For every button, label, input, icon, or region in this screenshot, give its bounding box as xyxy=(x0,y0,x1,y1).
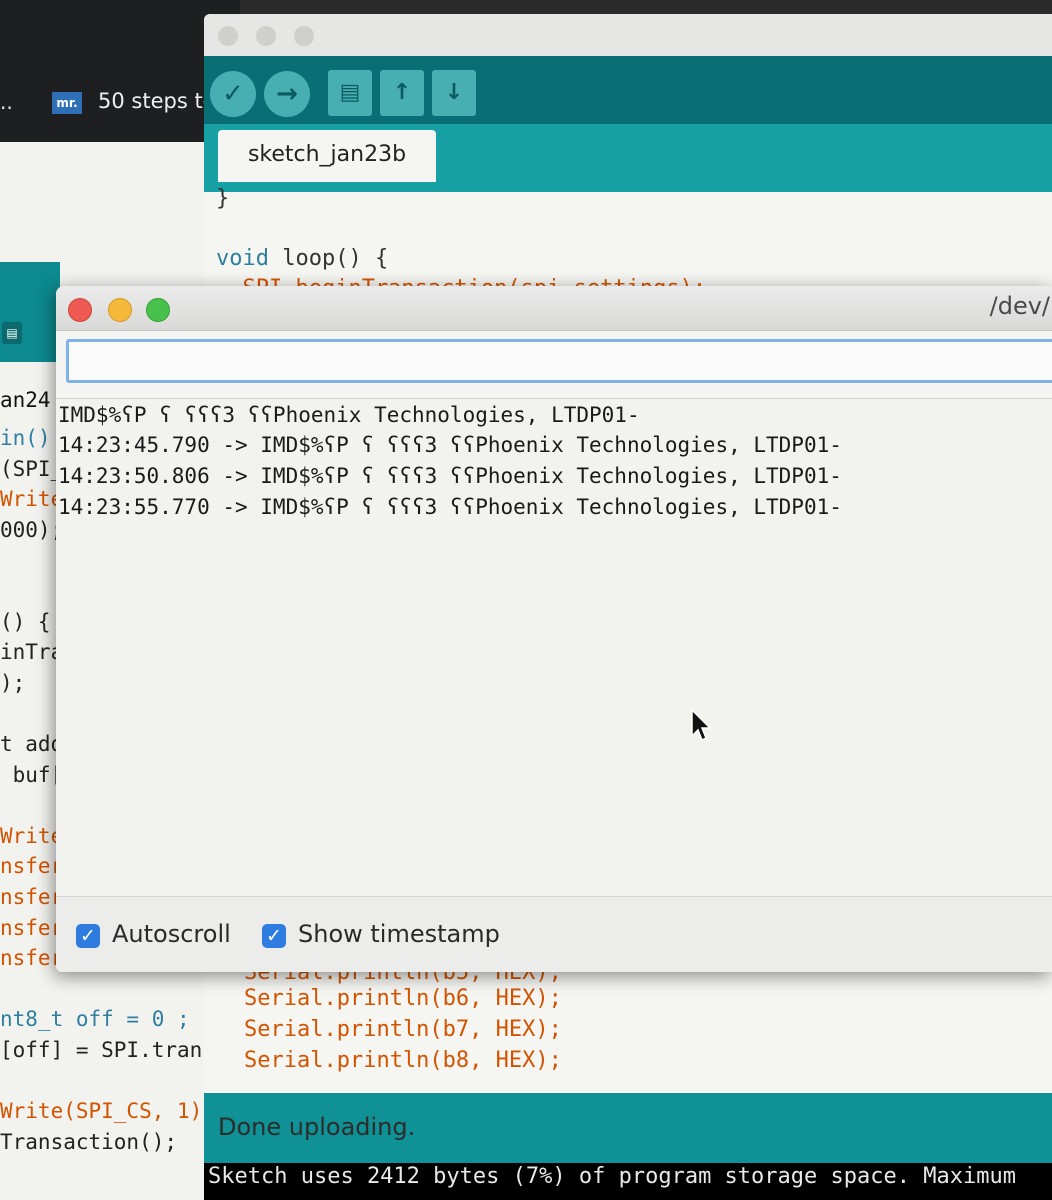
status-message: Done uploading. xyxy=(218,1113,416,1141)
show-timestamp-label[interactable]: Show timestamp xyxy=(298,920,500,948)
console-output: Sketch uses 2412 bytes (7%) of program s… xyxy=(208,1164,1016,1189)
browser-tab-ellipsis[interactable]: .. xyxy=(0,90,13,114)
browser-favicon-icon: mr. xyxy=(52,92,82,114)
serial-port-title: /dev/ xyxy=(989,292,1050,320)
left-sketch-toolbar xyxy=(0,262,60,362)
serial-monitor-window: /dev/ IMD$%ʕP ʕ ʕʕʕ3 ʕʕPhoenix Technolog… xyxy=(56,286,1052,972)
autoscroll-label[interactable]: Autoscroll xyxy=(112,920,231,948)
open-button[interactable]: ↑ xyxy=(380,70,424,116)
code-closing-brace[interactable]: } xyxy=(216,186,229,211)
code-void-keyword: void xyxy=(216,246,269,271)
left-code-line: Write(SPI_CS, 1) xyxy=(0,1099,203,1124)
sketch-titlebar xyxy=(204,14,1052,56)
zoom-button[interactable] xyxy=(146,298,170,322)
show-timestamp-checkbox[interactable]: ✓ xyxy=(262,924,286,948)
save-button[interactable]: ↓ xyxy=(432,70,476,116)
minimize-button[interactable] xyxy=(108,298,132,322)
code-loop-line[interactable]: void loop() { xyxy=(216,246,388,271)
left-code-line: [off] = SPI.tran xyxy=(0,1038,203,1062)
serial-send-input[interactable] xyxy=(66,339,1052,383)
sketch-close-button[interactable] xyxy=(218,26,238,46)
left-sketch-tab[interactable]: an24 xyxy=(0,388,56,418)
code-loop-fn: loop() { xyxy=(268,246,389,271)
browser-tab-title[interactable]: 50 steps to xyxy=(98,89,208,113)
new-button[interactable]: ▤ xyxy=(328,70,372,116)
left-code-line: Transaction(); xyxy=(0,1129,178,1154)
code-println-b8[interactable]: Serial.println(b8, HEX); xyxy=(244,1048,562,1073)
left-code-line: nt8_t off = 0 ; xyxy=(0,1007,190,1032)
serial-line: 14:23:45.790 -> IMD$%ʕP ʕ ʕʕʕ3 ʕʕPhoenix… xyxy=(58,433,842,457)
sketch-tab[interactable]: sketch_jan23b xyxy=(218,130,436,182)
code-println-b7[interactable]: Serial.println(b7, HEX); xyxy=(244,1017,562,1042)
sketch-zoom-button[interactable] xyxy=(294,26,314,46)
left-new-file-icon[interactable]: ▤ xyxy=(2,322,22,344)
serial-line: IMD$%ʕP ʕ ʕʕʕ3 ʕʕPhoenix Technologies, L… xyxy=(58,403,640,427)
code-println-b6[interactable]: Serial.println(b6, HEX); xyxy=(244,986,562,1011)
verify-button[interactable]: ✓ xyxy=(210,71,256,117)
serial-line: 14:23:55.770 -> IMD$%ʕP ʕ ʕʕʕ3 ʕʕPhoenix… xyxy=(58,495,842,519)
serial-titlebar xyxy=(56,286,1052,331)
close-button[interactable] xyxy=(68,298,92,322)
serial-line: 14:23:50.806 -> IMD$%ʕP ʕ ʕʕʕ3 ʕʕPhoenix… xyxy=(58,464,842,488)
sketch-minimize-button[interactable] xyxy=(256,26,276,46)
mouse-pointer-icon xyxy=(691,708,712,742)
upload-button[interactable]: → xyxy=(264,71,310,117)
autoscroll-checkbox[interactable]: ✓ xyxy=(76,924,100,948)
